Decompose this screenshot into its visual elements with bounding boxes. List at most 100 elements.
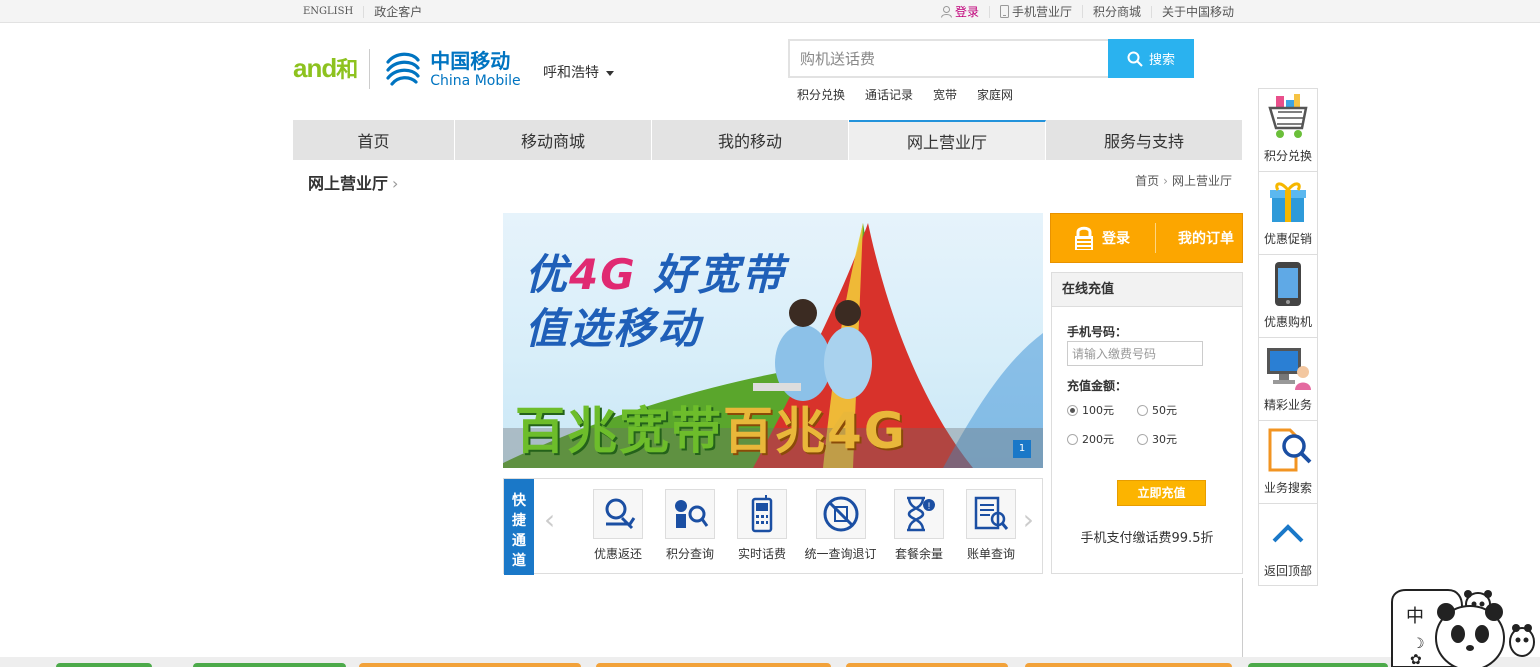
hot-link-call-records[interactable]: 通话记录 [865,86,913,103]
login-order-box: 登录 我的订单 [1050,213,1243,263]
bottom-tab [596,663,831,667]
site-logo[interactable]: and和 中国移动 China Mobile [293,44,521,94]
quick-item-rebate[interactable]: 优惠返还 [582,489,654,562]
login-link-label: 登录 [954,4,979,19]
amount-radio-50[interactable]: 50元 [1137,402,1177,418]
quick-item-label: 统一查询退订 [804,547,877,561]
bill-search-icon [966,489,1016,539]
amount-radio-label: 100元 [1082,404,1114,417]
tab-my-mobile[interactable]: 我的移动 [652,120,849,160]
and-logo-text: and [293,53,337,83]
quick-item-bill[interactable]: 账单查询 [955,489,1027,562]
login-link[interactable]: 登录 [931,4,990,19]
points-mall-link[interactable]: 积分商城 [1083,5,1152,18]
bottom-tab [193,663,346,667]
hot-link-broadband[interactable]: 宽带 [933,86,957,103]
recharge-promo[interactable]: 手机支付缴话费99.5折 [1052,527,1242,546]
side-item-back-to-top[interactable]: 返回顶部 [1258,503,1318,586]
phone-label: 手机号码： [1067,325,1128,339]
side-item-search[interactable]: 业务搜索 [1258,420,1318,503]
login-button[interactable]: 登录 [1073,225,1130,251]
and-logo: and和 [293,55,358,82]
quick-item-label: 套餐余量 [894,547,943,561]
breadcrumb: 首页 › 网上营业厅 [1135,172,1232,189]
document-search-icon [1264,425,1312,475]
points-query-icon [665,489,715,539]
chevron-up-icon [1264,508,1312,558]
banner-line-3a: 百兆宽带 [515,402,723,460]
banner-page-indicator[interactable]: 1 [1013,440,1031,458]
side-item-label: 精彩业务 [1263,398,1312,412]
svg-text:!: ! [928,501,931,511]
chevron-left-icon[interactable]: ‹ [544,503,555,536]
english-link[interactable]: ENGLISH [293,5,365,18]
side-item-promotions[interactable]: 优惠促销 [1258,171,1318,254]
hot-link-family[interactable]: 家庭网 [977,86,1013,103]
he-logo-text: 和 [336,57,358,82]
bottom-tab [1025,663,1232,667]
side-item-points[interactable]: 积分兑换 [1258,88,1318,171]
quick-item-unsubscribe[interactable]: 统一查询退订 [798,489,883,562]
enterprise-link[interactable]: 政企客户 [364,6,432,18]
logo-cn: 中国移动 [430,48,511,73]
logo-divider [369,49,371,89]
chevron-right-icon: › [392,174,399,193]
banner-line-3: 百兆宽带百兆4G [515,391,907,463]
content-edge-line [1242,578,1243,667]
bottom-strip [0,657,1540,667]
amount-radio-200[interactable]: 200元 [1067,431,1114,447]
amount-radio-30[interactable]: 30元 [1137,431,1177,447]
quick-item-realtime-fee[interactable]: 实时话费 [726,489,798,562]
mobile-hall-link[interactable]: 手机营业厅 [990,5,1083,18]
my-orders-button[interactable]: 我的订单 [1178,228,1234,248]
breadcrumb-current: 网上营业厅 [1171,174,1232,188]
search-icon [1127,51,1143,67]
tab-service[interactable]: 服务与支持 [1046,120,1242,160]
city-selector[interactable]: 呼和浩特 [543,62,614,82]
bottom-tab [1248,663,1388,667]
promo-banner[interactable]: 优4G 好宽带 值选移动 百兆宽带百兆4G 1 [503,213,1043,468]
widget-char: 中 [1406,606,1424,627]
quick-item-package[interactable]: ! 套餐余量 [883,489,955,562]
tab-online-hall[interactable]: 网上营业厅 [849,120,1046,160]
search-bar: 搜索 [788,39,1194,78]
login-divider [1155,223,1156,253]
quick-item-points[interactable]: 积分查询 [654,489,726,562]
smartphone-icon [1264,259,1312,309]
breadcrumb-home[interactable]: 首页 [1135,174,1159,188]
logo-en: China Mobile [430,72,521,89]
radio-icon [1137,404,1148,416]
user-icon [940,5,952,18]
quick-access: 快 捷 通 道 ‹ › 优惠返还 积分查询 实时话费 统一查询退订 ! 套餐余量… [503,478,1043,575]
quick-item-label: 优惠返还 [593,547,642,561]
recharge-panel: 在线充值 手机号码： 充值金额： 100元 50元 200元 30元 立即充值 … [1051,272,1243,574]
mobile-hall-label: 手机营业厅 [1011,4,1072,19]
quick-item-label: 账单查询 [966,547,1015,561]
mobile-phone-icon [737,489,787,539]
about-link[interactable]: 关于中国移动 [1152,6,1244,18]
search-button[interactable]: 搜索 [1108,39,1194,78]
breadcrumb-separator-icon: › [1163,174,1168,188]
quick-label-char-2: 捷 [512,513,526,529]
quick-items: 优惠返还 积分查询 实时话费 统一查询退订 ! 套餐余量 账单查询 [582,489,1027,562]
side-item-label: 优惠促销 [1263,232,1312,246]
tab-home[interactable]: 首页 [293,120,455,160]
side-item-buy-phone[interactable]: 优惠购机 [1258,254,1318,337]
amount-radio-100[interactable]: 100元 [1067,402,1114,418]
side-item-label: 返回顶部 [1263,564,1312,578]
recharge-submit-button[interactable]: 立即充值 [1117,480,1206,506]
amount-radio-label: 30元 [1152,433,1177,446]
tab-mall[interactable]: 移动商城 [455,120,652,160]
login-button-label: 登录 [1102,231,1130,247]
side-item-services[interactable]: 精彩业务 [1258,337,1318,420]
hot-search-links: 积分兑换 通话记录 宽带 家庭网 [797,86,1013,103]
side-item-label: 优惠购机 [1263,315,1312,329]
hot-link-points[interactable]: 积分兑换 [797,86,845,103]
phone-input[interactable] [1067,341,1203,366]
banner-line-1: 优4G 好宽带 [525,241,785,302]
search-input[interactable] [788,39,1108,78]
panda-ime-widget[interactable]: ☽ ✿ 中 [1388,584,1540,667]
banner-line-2: 值选移动 [525,304,702,353]
unsubscribe-icon [815,489,866,539]
chevron-down-icon [606,70,614,76]
